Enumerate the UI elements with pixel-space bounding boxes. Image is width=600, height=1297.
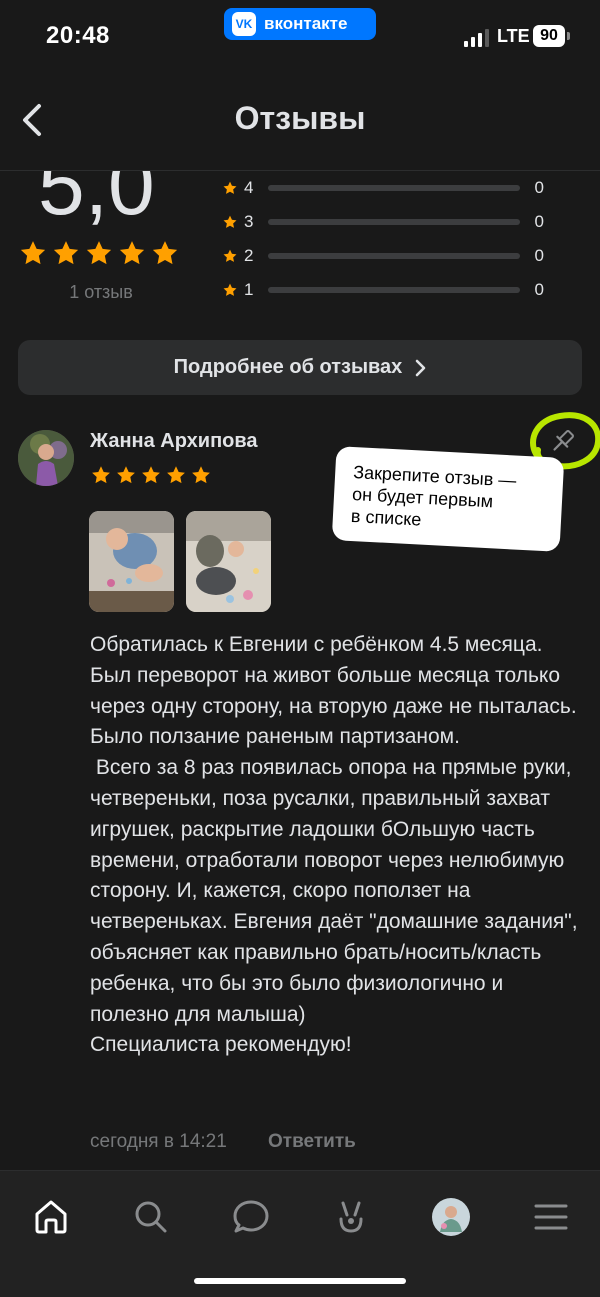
star-icon [167, 466, 185, 484]
distribution-count: 0 [534, 178, 544, 197]
nav-home[interactable] [21, 1187, 81, 1247]
nav-search[interactable] [121, 1187, 181, 1247]
star-icon [223, 283, 237, 296]
photo-image [89, 511, 174, 612]
distribution-stars: 4 [244, 178, 254, 197]
review-timestamp: сегодня в 14:21 [90, 1131, 227, 1152]
distribution-row: 3 0 [222, 210, 544, 234]
vk-logo-icon: VK [232, 12, 256, 36]
profile-avatar [432, 1198, 470, 1236]
avatar-image [18, 430, 74, 486]
battery-tip [567, 32, 570, 40]
signal-icon [464, 29, 489, 47]
status-time: 20:48 [46, 22, 110, 49]
distribution-bar [268, 253, 520, 259]
reply-button[interactable]: Ответить [268, 1131, 356, 1153]
star-icon [92, 466, 110, 484]
star-icon [192, 466, 210, 484]
distribution-count: 0 [534, 280, 544, 299]
star-icon [86, 241, 112, 265]
distribution-stars: 2 [244, 246, 254, 265]
distribution-stars: 3 [244, 212, 254, 231]
distribution-bar [268, 185, 520, 191]
review-count: 1 отзыв [69, 282, 133, 302]
nav-profile[interactable] [421, 1187, 481, 1247]
distribution-count: 0 [534, 246, 544, 265]
star-icon [119, 241, 145, 265]
star-icon [223, 249, 237, 262]
network-type: LTE [497, 26, 530, 46]
star-icon [20, 241, 46, 265]
reviewer-avatar[interactable] [18, 430, 74, 486]
nav-menu[interactable] [521, 1187, 581, 1247]
pin-icon[interactable] [548, 426, 578, 456]
pin-tooltip: Закрепите отзыв — он будет первым в спис… [331, 446, 565, 552]
home-icon [35, 1200, 67, 1234]
rating-value: 5,0 [38, 171, 155, 231]
star-icon [142, 466, 160, 484]
star-icon [223, 215, 237, 228]
page-title: Отзывы [234, 100, 366, 136]
nav-messages[interactable] [221, 1187, 281, 1247]
star-icon [53, 241, 79, 265]
more-reviews-label: Подробнее об отзывах [173, 356, 403, 378]
app-badge[interactable]: VK вконтакте [224, 8, 376, 40]
rating-stars [18, 238, 180, 268]
more-reviews-button[interactable]: Подробнее об отзывах [18, 340, 582, 395]
menu-icon [534, 1204, 568, 1230]
distribution-row: 1 0 [222, 278, 544, 302]
distribution-bar [268, 219, 520, 225]
distribution-stars: 1 [244, 280, 254, 299]
distribution-row: 2 0 [222, 244, 544, 268]
reviewer-name[interactable]: Жанна Архипова [90, 430, 258, 453]
distribution-count: 0 [534, 212, 544, 231]
distribution-bar [268, 287, 520, 293]
clips-icon [339, 1201, 363, 1233]
home-indicator [194, 1278, 406, 1284]
app-badge-label: вконтакте [264, 14, 348, 33]
review-stars [90, 464, 212, 486]
review-photo[interactable] [89, 511, 174, 612]
star-icon [152, 241, 178, 265]
tooltip-text: Закрепите отзыв — он будет первым в спис… [350, 461, 545, 537]
messages-icon [233, 1200, 269, 1233]
review-text: Обратилась к Евгении с ребёнком 4.5 меся… [90, 633, 578, 1057]
star-icon [223, 181, 237, 194]
rating-value-container: 5,0 [0, 171, 210, 231]
star-icon [117, 466, 135, 484]
battery-level: 90 [533, 25, 565, 47]
review-photo[interactable] [186, 511, 271, 612]
photo-image [186, 511, 271, 612]
battery-icon: 90 [533, 25, 571, 47]
chevron-right-icon [416, 359, 426, 376]
nav-clips[interactable] [321, 1187, 381, 1247]
search-icon [135, 1201, 167, 1233]
distribution-row: 4 0 [222, 176, 544, 200]
bottom-navigation [0, 1171, 600, 1297]
